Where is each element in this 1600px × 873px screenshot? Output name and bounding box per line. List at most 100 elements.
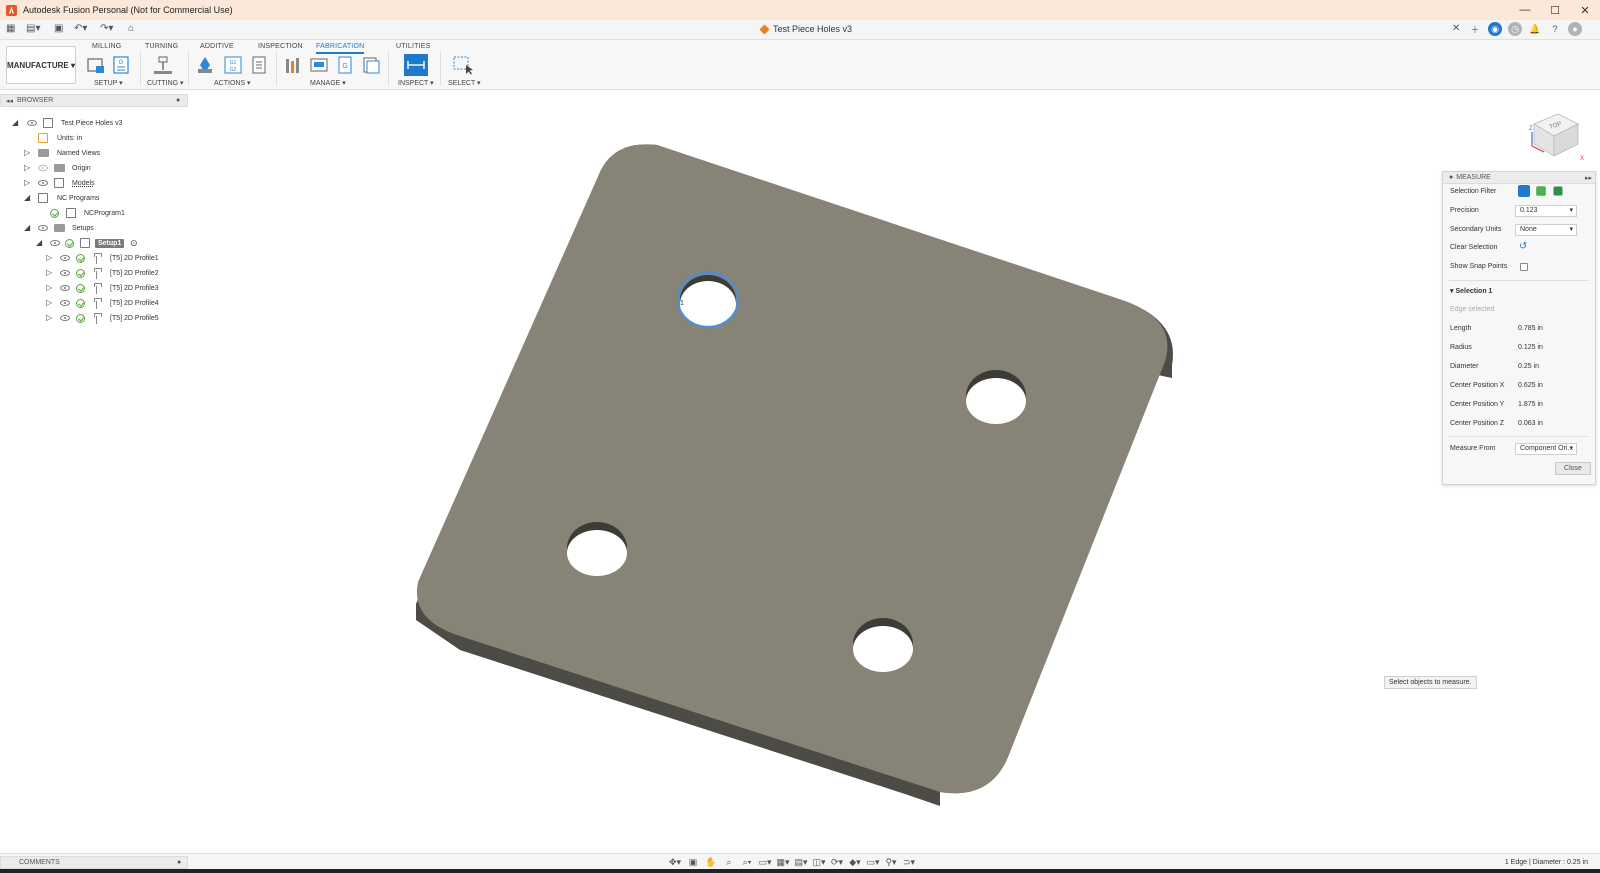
expand-triangle-icon[interactable]: ▷ (46, 284, 54, 292)
display-settings-icon[interactable]: ▭▾ (758, 857, 772, 868)
selection-1-header[interactable]: ▾ Selection 1 (1450, 287, 1492, 295)
hole-3[interactable] (567, 522, 627, 576)
pan-icon[interactable]: ✋ (704, 857, 718, 868)
tree-item-operation[interactable]: ▷ [T5] 2D Profile5 (0, 311, 188, 325)
component-filter-icon[interactable] (1553, 186, 1563, 196)
manage-group-label[interactable]: MANAGE ▾ (310, 79, 346, 87)
tree-item-operation[interactable]: ▷ [T5] 2D Profile1 (0, 251, 188, 265)
notifications-icon[interactable]: 🔔 (1528, 22, 1542, 36)
job-status-icon[interactable]: ◷ (1508, 22, 1522, 36)
tool-display-icon[interactable]: ⚲▾ (884, 857, 898, 868)
visibility-eye-icon[interactable] (60, 300, 70, 306)
inspect-group-label[interactable]: INSPECT ▾ (398, 79, 434, 87)
look-at-icon[interactable]: ▣ (686, 857, 700, 868)
file-menu-icon[interactable]: ▤▾ (26, 23, 40, 34)
hole-2[interactable] (966, 370, 1026, 424)
precision-select[interactable]: 0.123 (1515, 205, 1577, 217)
tool-library-icon[interactable] (284, 55, 302, 75)
app-grid-icon[interactable]: ▦ (6, 23, 15, 34)
secondary-units-select[interactable]: None (1515, 224, 1577, 236)
expand-panel-icon[interactable]: ▸▸ (1585, 174, 1592, 182)
hole-4[interactable] (853, 618, 913, 672)
tree-item-setups[interactable]: ◢ Setups (0, 221, 188, 235)
effects-icon[interactable]: ◆▾ (848, 857, 862, 868)
home-icon[interactable]: ⌂ (128, 23, 134, 34)
tab-additive[interactable]: ADDITIVE (200, 43, 234, 50)
online-status-icon[interactable]: ◉ (1488, 22, 1502, 36)
expand-triangle-icon[interactable]: ▷ (46, 314, 54, 322)
visibility-eye-icon[interactable] (60, 315, 70, 321)
tree-item-operation[interactable]: ▷ [T5] 2D Profile4 (0, 296, 188, 310)
measure-from-select[interactable]: Component Ori... (1515, 443, 1577, 455)
tree-item-setup1[interactable]: ◢ Setup1 ⊙ (0, 236, 188, 250)
tree-root[interactable]: ◢ Test Piece Holes v3 (0, 116, 188, 130)
visibility-eye-icon[interactable] (38, 165, 48, 171)
show-snap-points-checkbox[interactable] (1520, 263, 1528, 271)
tab-inspection[interactable]: INSPECTION (258, 43, 303, 50)
tree-item-origin[interactable]: ▷ Origin (0, 161, 188, 175)
workspace-switcher[interactable]: MANUFACTURE ▾ (6, 46, 76, 84)
snap-magnet-icon[interactable]: ⊃▾ (902, 857, 916, 868)
expand-triangle-icon[interactable]: ▷ (46, 254, 54, 262)
browser-header[interactable]: ◂◂ BROWSER ● (0, 94, 188, 107)
tab-fabrication[interactable]: FABRICATION (316, 43, 365, 54)
nc-program-icon[interactable]: G (112, 55, 130, 75)
new-setup-icon[interactable] (86, 55, 106, 75)
cutting-tool-icon[interactable] (152, 55, 174, 75)
grid-settings-icon[interactable]: ▦▾ (776, 857, 790, 868)
body-filter-icon[interactable] (1536, 186, 1546, 196)
select-group-label[interactable]: SELECT ▾ (448, 79, 481, 87)
collapse-selection-icon[interactable]: ▾ (1450, 288, 1454, 295)
measure-icon[interactable] (404, 54, 428, 76)
actions-group-label[interactable]: ACTIONS ▾ (214, 79, 251, 87)
collapse-triangle-icon[interactable]: ◢ (36, 239, 44, 247)
window-select-icon[interactable] (452, 55, 474, 75)
visibility-eye-icon[interactable] (60, 285, 70, 291)
plate-top[interactable] (416, 144, 1168, 794)
viewcube[interactable]: TOP Z X (1520, 110, 1584, 164)
tab-utilities[interactable]: UTILITIES (396, 43, 430, 50)
tree-item-operation[interactable]: ▷ [T5] 2D Profile3 (0, 281, 188, 295)
expand-triangle-icon[interactable]: ▷ (24, 149, 32, 157)
visibility-eye-icon[interactable] (38, 225, 48, 231)
collapse-triangle-icon[interactable]: ◢ (24, 194, 32, 202)
machine-library-icon[interactable] (310, 55, 328, 75)
comments-add-icon[interactable]: ● (177, 859, 181, 866)
fit-icon[interactable]: ⌕▾ (740, 857, 754, 868)
setup-group-label[interactable]: SETUP ▾ (94, 79, 123, 87)
tree-item-named-views[interactable]: ▷ Named Views (0, 146, 188, 160)
viewports-icon[interactable]: ▤▾ (794, 857, 808, 868)
undo-icon[interactable]: ↶▾ (74, 23, 87, 34)
visibility-eye-icon[interactable] (27, 120, 37, 126)
post-library-icon[interactable]: G (336, 55, 354, 75)
browser-pin-icon[interactable]: ● (176, 97, 180, 104)
cutting-group-label[interactable]: CUTTING ▾ (147, 79, 184, 87)
visibility-eye-icon[interactable] (38, 180, 48, 186)
refresh-icon[interactable]: ⟳▾ (830, 857, 844, 868)
tree-item-ncprogram1[interactable]: NCProgram1 (0, 206, 188, 220)
tree-item-units[interactable]: Units: in (0, 131, 188, 145)
face-filter-icon[interactable] (1518, 185, 1530, 197)
measure-header[interactable]: ● MEASURE ▸▸ (1443, 172, 1595, 184)
expand-triangle-icon[interactable]: ▷ (46, 269, 54, 277)
help-icon[interactable]: ? (1548, 22, 1562, 36)
active-setup-icon[interactable]: ⊙ (130, 238, 138, 249)
visibility-eye-icon[interactable] (60, 255, 70, 261)
3d-viewport[interactable]: 1 (0, 91, 1600, 853)
template-library-icon[interactable] (362, 55, 380, 75)
visibility-eye-icon[interactable] (50, 240, 60, 246)
tab-turning[interactable]: TURNING (145, 43, 178, 50)
collapse-triangle-icon[interactable]: ◢ (24, 224, 32, 232)
close-tab-icon[interactable]: ✕ (1452, 23, 1460, 34)
hole-1[interactable] (676, 271, 740, 329)
collapse-browser-icon[interactable]: ◂◂ (6, 97, 13, 105)
model-canvas[interactable]: 1 (0, 91, 1600, 853)
section-icon[interactable]: ▭▾ (866, 857, 880, 868)
tree-item-operation[interactable]: ▷ [T5] 2D Profile2 (0, 266, 188, 280)
collapse-triangle-icon[interactable]: ◢ (12, 119, 20, 127)
expand-triangle-icon[interactable]: ▷ (24, 164, 32, 172)
redo-icon[interactable]: ↷▾ (100, 23, 113, 34)
close-button[interactable]: Close (1555, 462, 1591, 475)
setup-sheet-icon[interactable] (250, 55, 268, 75)
tree-item-models[interactable]: ▷ Models (0, 176, 188, 190)
